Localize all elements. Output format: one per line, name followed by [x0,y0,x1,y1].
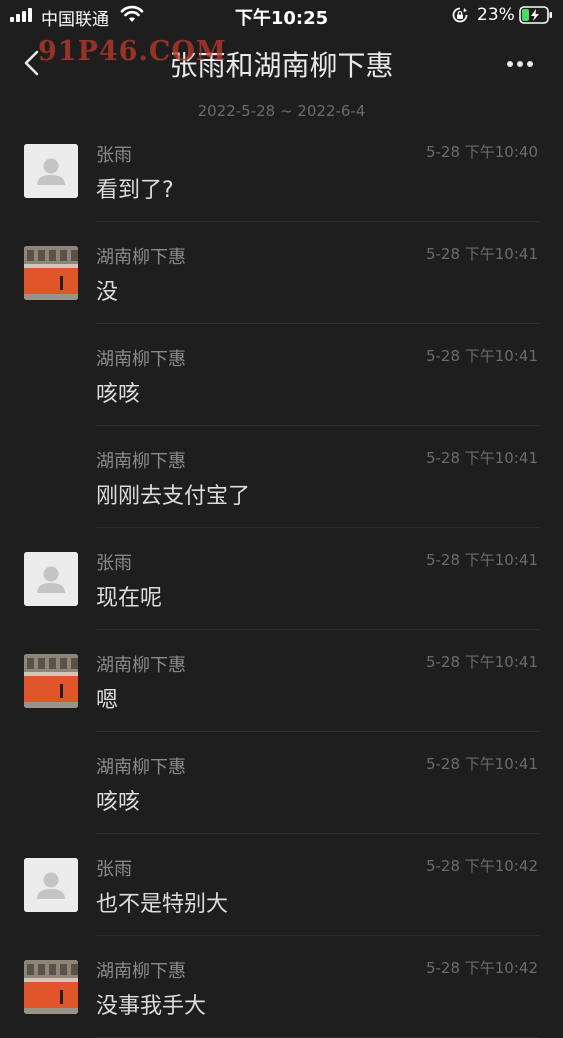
message-timestamp: 5-28 下午10:40 [425,143,538,161]
message-timestamp: 5-28 下午10:41 [425,551,538,569]
date-range: 2022-5-28 ~ 2022-6-4 [197,102,366,120]
sender-name: 湖南柳下惠 [96,655,186,676]
more-options-button[interactable] [500,54,540,74]
message-text: 没事我手大 [96,994,207,1019]
message-text: 咳咳 [96,790,141,815]
message-text: 咳咳 [96,382,141,407]
message-text: 嗯 [96,688,119,713]
message-text: 没 [96,280,119,305]
message-timestamp: 5-28 下午10:42 [425,857,538,875]
message-timestamp: 5-28 下午10:42 [425,959,538,977]
message-text: 刚刚去支付宝了 [96,484,251,509]
sender-name: 张雨 [96,145,132,166]
battery-percent: 23% [477,5,515,25]
battery-charging-icon [519,6,552,24]
avatar-photo[interactable] [24,960,78,1014]
sender-name: 湖南柳下惠 [96,961,186,982]
message-timestamp: 5-28 下午10:41 [425,347,538,365]
message-timestamp: 5-28 下午10:41 [425,755,538,773]
message-row[interactable]: 湖南柳下惠 5-28 下午10:41 没 [0,222,563,324]
message-text: 看到了? [96,178,174,203]
message-row[interactable]: 湖南柳下惠 5-28 下午10:41 咳咳 [0,732,563,834]
watermark: 91P46.COM [38,36,227,67]
message-row[interactable]: 湖南柳下惠 5-28 下午10:42 没事我手大 [0,936,563,1038]
message-list[interactable]: 张雨 5-28 下午10:40 看到了? 湖南柳下惠 5-28 下午10:41 … [0,120,563,1038]
message-text: 也不是特别大 [96,892,229,917]
message-text: 现在呢 [96,586,163,611]
message-timestamp: 5-28 下午10:41 [425,653,538,671]
avatar-default-icon[interactable] [24,144,78,198]
message-timestamp: 5-28 下午10:41 [425,245,538,263]
message-row[interactable]: 湖南柳下惠 5-28 下午10:41 刚刚去支付宝了 [0,426,563,528]
sender-name: 湖南柳下惠 [96,349,186,370]
message-row[interactable]: 湖南柳下惠 5-28 下午10:41 嗯 [0,630,563,732]
avatar-photo[interactable] [24,654,78,708]
avatar-default-icon[interactable] [24,858,78,912]
rotation-lock-icon [452,7,468,23]
message-row[interactable]: 张雨 5-28 下午10:41 现在呢 [0,528,563,630]
status-bar: 中国联通 下午10:25 23% [0,0,563,30]
message-row[interactable]: 张雨 5-28 下午10:40 看到了? [0,120,563,222]
sender-name: 张雨 [96,553,132,574]
sender-name: 湖南柳下惠 [96,247,186,268]
avatar-default-icon[interactable] [24,552,78,606]
sender-name: 湖南柳下惠 [96,757,186,778]
sender-name: 湖南柳下惠 [96,451,186,472]
sender-name: 张雨 [96,859,132,880]
avatar-photo[interactable] [24,246,78,300]
message-row[interactable]: 张雨 5-28 下午10:42 也不是特别大 [0,834,563,936]
message-row[interactable]: 湖南柳下惠 5-28 下午10:41 咳咳 [0,324,563,426]
message-timestamp: 5-28 下午10:41 [425,449,538,467]
